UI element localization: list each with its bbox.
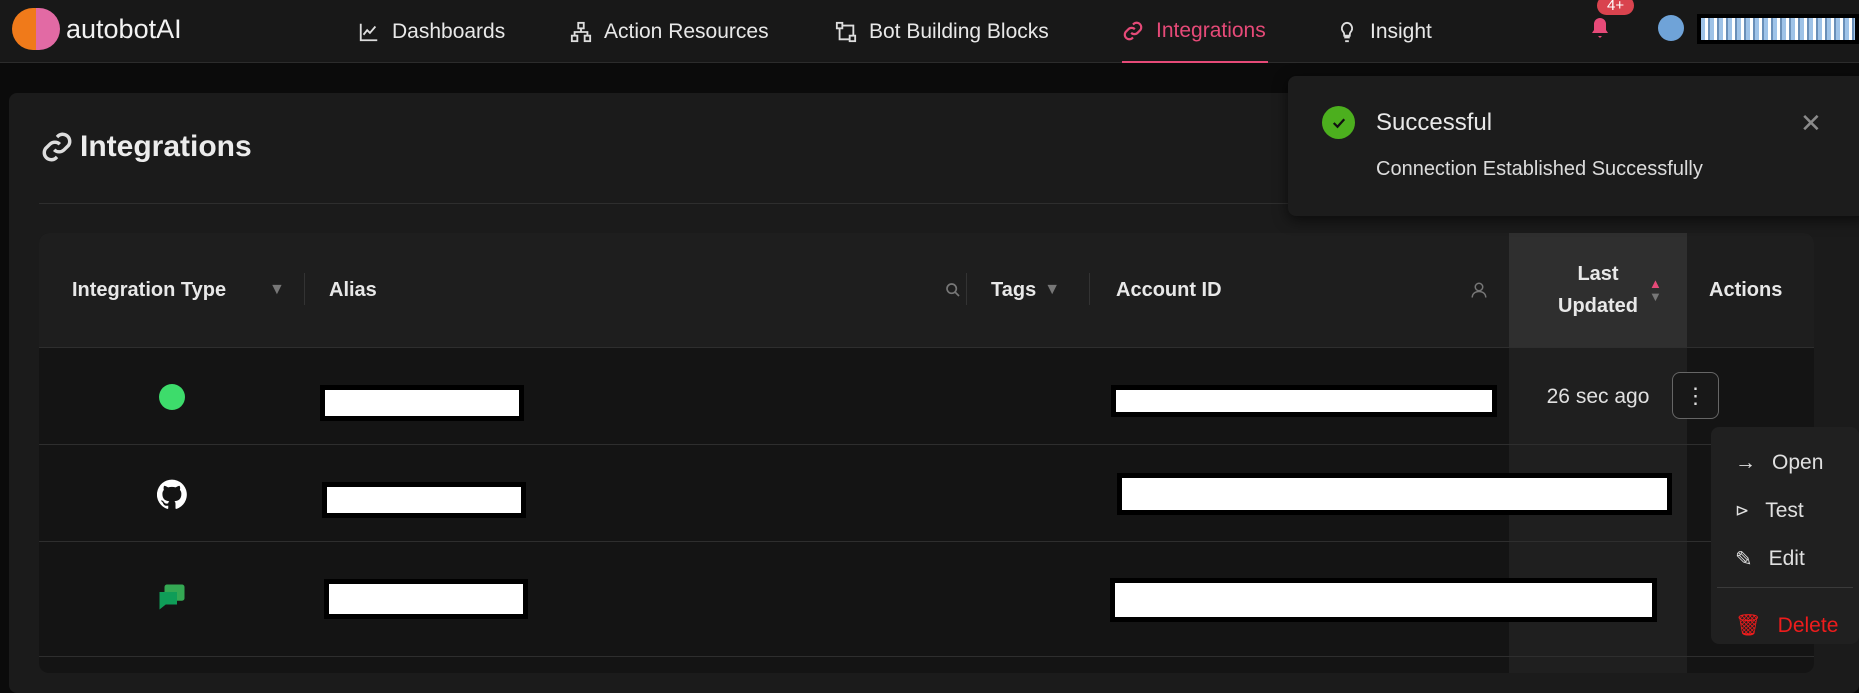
avatar[interactable] [1658,15,1684,41]
filter-icon[interactable]: ▼ [1044,281,1060,299]
kebab-icon: ⋮ [1684,382,1707,408]
col-account-id[interactable]: Account ID [1090,233,1509,348]
col-label: Actions [1709,278,1783,301]
page-title-text: Integrations [80,130,252,163]
nav-label: Bot Building Blocks [869,19,1049,43]
user-icon[interactable] [1470,281,1488,299]
toast-title: Successful [1376,109,1493,136]
alias-redacted [320,385,524,421]
menu-item-delete[interactable]: 🗑 Delete [1711,602,1859,650]
link-icon [1123,21,1143,40]
search-icon[interactable] [945,282,961,298]
menu-label: Test [1765,499,1804,522]
notification-badge: 4+ [1597,0,1635,15]
nav-insight[interactable]: Insight [1336,0,1432,63]
page-title: Integrations [40,130,252,164]
menu-label: Edit [1768,547,1805,570]
account-id-redacted [1110,578,1657,622]
account-id-redacted [1111,385,1497,417]
nav-label: Insight [1370,19,1432,43]
last-updated: 26 sec ago [1546,384,1650,408]
link-icon [42,132,72,162]
username-redacted[interactable] [1697,14,1859,44]
col-tags[interactable]: Tags ▼ [967,233,1090,348]
trash-icon: 🗑 [1735,614,1762,637]
nav-dashboards[interactable]: Dashboards [358,0,505,63]
check-circle-icon [1322,106,1355,139]
menu-divider [1717,587,1853,588]
nav-bot-building-blocks[interactable]: Bot Building Blocks [835,0,1049,63]
col-label: Tags [991,278,1037,301]
nav-action-resources[interactable]: Action Resources [570,0,769,63]
actions-menu: → Open ⊳ Test ✎ Edit 🗑 Delete [1711,427,1859,644]
toast-message: Connection Established Successfully [1376,158,1703,180]
col-label: Alias [329,278,377,301]
col-alias[interactable]: Alias [305,233,967,348]
col-last-updated[interactable]: Last Updated ▲ ▼ [1509,233,1687,348]
table-row[interactable] [39,445,1814,542]
table-row[interactable]: 10 h ago [39,542,1814,657]
nav-label: Action Resources [604,19,769,43]
close-icon[interactable]: ✕ [1800,108,1822,139]
github-icon [157,479,187,509]
menu-item-open[interactable]: → Open [1711,439,1859,487]
menu-item-edit[interactable]: ✎ Edit [1711,535,1859,583]
col-label: Account ID [1116,278,1222,301]
success-toast: Successful Connection Established Succes… [1288,76,1859,216]
filter-icon[interactable]: ▼ [269,281,285,299]
pencil-icon: ✎ [1735,547,1753,571]
brain-logo-icon [12,8,60,50]
top-nav: autobotAI Dashboards Action Resources Bo… [0,0,1859,63]
nav-label: Dashboards [392,19,506,43]
table-row[interactable]: 26 sec ago [39,348,1814,445]
nav-label: Integrations [1156,18,1266,42]
row-actions-button[interactable]: ⋮ [1672,372,1719,419]
nav-integrations[interactable]: Integrations [1122,0,1268,63]
sort-icon[interactable]: ▲ ▼ [1649,277,1662,303]
last-updated [1509,445,1687,542]
menu-label: Delete [1777,614,1839,637]
lightbulb-icon [1341,21,1353,42]
alias-redacted [324,579,528,619]
col-label: Integration Type [72,278,227,301]
alias-redacted [322,482,526,518]
menu-item-test[interactable]: ⊳ Test [1711,487,1859,535]
play-circle-icon: ⊳ [1735,501,1750,520]
green-dot-icon [159,383,185,410]
col-label: Last Updated [1558,263,1638,317]
integrations-table: Integration Type ▼ Alias Tags ▼ Account … [39,233,1814,673]
brand-name: autobotAI [66,13,182,44]
brand-logo[interactable]: autobotAI [12,8,182,50]
col-actions: Actions [1687,233,1814,348]
menu-label: Open [1772,451,1824,474]
blocks-icon [835,21,857,42]
bell-icon[interactable] [1588,16,1612,40]
sitemap-icon [570,21,592,42]
google-chat-icon [159,584,185,610]
chart-line-icon [359,23,378,41]
arrow-right-icon: → [1735,451,1756,474]
col-integration-type[interactable]: Integration Type ▼ [39,233,305,348]
